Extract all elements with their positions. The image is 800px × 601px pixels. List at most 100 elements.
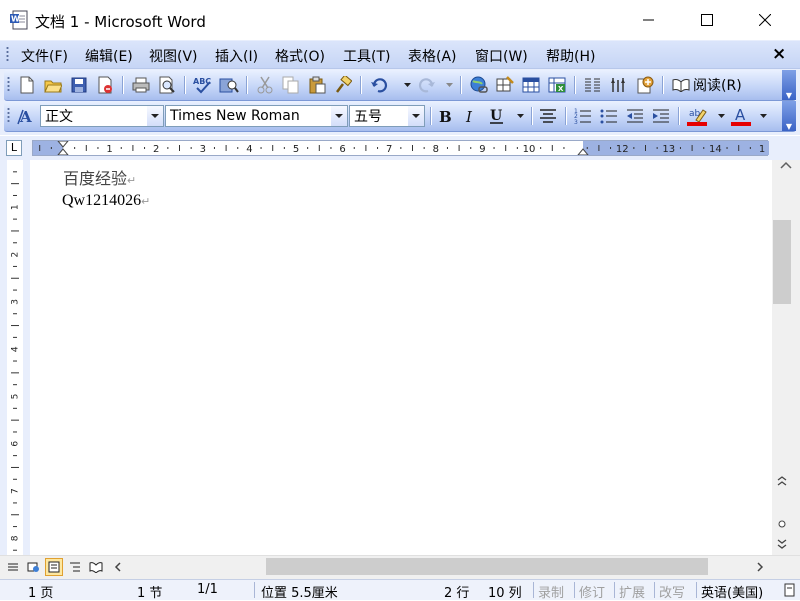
insert-hyperlink-button[interactable] [468, 74, 490, 96]
scroll-left-button[interactable] [110, 558, 126, 576]
permission-button[interactable] [94, 74, 116, 96]
scroll-right-button[interactable] [752, 558, 768, 576]
new-document-button[interactable] [16, 74, 38, 96]
menu-format[interactable]: 格式(O) [275, 46, 325, 66]
underline-dropdown[interactable] [515, 105, 525, 127]
ruler-number: 1 [759, 144, 765, 155]
style-select[interactable]: 正文 [40, 105, 164, 127]
horizontal-scroll-thumb[interactable] [266, 558, 708, 575]
research-button[interactable] [218, 74, 240, 96]
document-map-icon [637, 76, 654, 94]
menu-window[interactable]: 窗口(W) [475, 46, 528, 66]
vertical-ruler[interactable]: 1 2 3 4 5 6 7 8 [7, 160, 23, 555]
style-dropdown[interactable] [147, 106, 163, 126]
redo-dropdown[interactable] [444, 74, 454, 96]
columns-button[interactable] [582, 74, 604, 96]
double-chevron-down-icon [777, 539, 787, 549]
status-track-changes[interactable]: 修订 [579, 582, 605, 601]
status-language[interactable]: 英语(美国) [701, 582, 763, 601]
ruler-number: 9 [479, 144, 485, 155]
menu-tools[interactable]: 工具(T) [343, 46, 390, 66]
status-overtype[interactable]: 改写 [659, 582, 685, 601]
print-preview-button[interactable] [156, 74, 178, 96]
increase-indent-button[interactable] [650, 105, 672, 127]
ruler-number: 14 [709, 144, 722, 155]
toolbar-grip[interactable] [7, 76, 10, 93]
chevron-down-icon [412, 114, 420, 118]
print-layout-view-button[interactable] [45, 558, 63, 576]
highlight-dropdown[interactable] [716, 105, 726, 127]
decrease-indent-button[interactable] [624, 105, 646, 127]
highlight-button[interactable]: ab [686, 105, 708, 127]
select-browse-object-button[interactable] [774, 517, 790, 531]
next-page-button[interactable] [774, 537, 790, 551]
menu-edit[interactable]: 编辑(E) [85, 46, 133, 66]
tab-selector[interactable]: L [6, 140, 22, 156]
web-view-button[interactable] [24, 558, 42, 576]
spelling-button[interactable]: ABC [192, 74, 214, 96]
word-app-icon[interactable]: W [10, 10, 28, 30]
menu-view[interactable]: 视图(V) [149, 46, 198, 66]
underline-button[interactable]: U [486, 105, 508, 127]
read-mode-button[interactable]: 阅读(R) [672, 74, 742, 96]
reading-view-button[interactable] [87, 558, 105, 576]
font-select[interactable]: Times New Roman [165, 105, 348, 127]
font-color-button[interactable]: A [730, 105, 752, 127]
vertical-scroll-thumb[interactable] [773, 220, 791, 304]
close-document-button[interactable]: × [772, 44, 786, 64]
bullets-button[interactable] [598, 105, 620, 127]
horizontal-ruler[interactable]: 1 2 3 4 5 6 7 8 9 10 12 13 14 1 [32, 140, 769, 156]
italic-button[interactable]: I [460, 105, 482, 127]
menu-insert[interactable]: 插入(I) [215, 46, 258, 66]
normal-view-button[interactable] [4, 558, 22, 576]
open-button[interactable] [42, 74, 64, 96]
spelling-status-icon[interactable] [784, 583, 796, 601]
cut-button[interactable] [254, 74, 276, 96]
close-window-button[interactable] [736, 0, 794, 40]
window-title: 文档 1 - Microsoft Word [35, 13, 206, 31]
print-button[interactable] [130, 74, 152, 96]
menu-help[interactable]: 帮助(H) [546, 46, 595, 66]
toolbar-options-button[interactable]: ▼ [782, 101, 796, 131]
ruler-number: 5 [293, 144, 299, 155]
ruler-left-margin [33, 141, 63, 155]
numbering-button[interactable]: 123 [572, 105, 594, 127]
toolbar-options-button[interactable]: ▼ [782, 70, 796, 100]
minimize-button[interactable] [620, 0, 678, 40]
menu-table[interactable]: 表格(A) [408, 46, 457, 66]
toolbar-grip[interactable] [7, 107, 10, 124]
align-center-button[interactable] [537, 105, 559, 127]
status-record[interactable]: 录制 [538, 582, 564, 601]
drawing-icon [611, 78, 625, 92]
styles-formatting-button[interactable]: A [16, 105, 38, 127]
drawing-button[interactable] [608, 74, 630, 96]
undo-button[interactable] [368, 74, 390, 96]
menu-file[interactable]: 文件(F) [21, 46, 68, 66]
menu-bar: 文件(F) 编辑(E) 视图(V) 插入(I) 格式(O) 工具(T) 表格(A… [0, 41, 800, 69]
copy-button[interactable] [280, 74, 302, 96]
outline-view-button[interactable] [66, 558, 84, 576]
font-color-dropdown[interactable] [758, 105, 768, 127]
bold-button[interactable]: B [434, 105, 456, 127]
undo-dropdown[interactable] [402, 74, 412, 96]
font-size-dropdown[interactable] [408, 106, 424, 126]
save-button[interactable] [68, 74, 90, 96]
ruler-number: 6 [339, 144, 345, 155]
document-map-button[interactable] [634, 74, 656, 96]
insert-excel-button[interactable]: X [546, 74, 568, 96]
font-size-select[interactable]: 五号 [349, 105, 425, 127]
maximize-button[interactable] [678, 0, 736, 40]
insert-table-button[interactable] [520, 74, 542, 96]
menu-grip[interactable] [6, 46, 9, 63]
previous-page-button[interactable] [774, 474, 790, 488]
ruler-number: 8 [433, 144, 439, 155]
redo-button[interactable] [416, 74, 438, 96]
document-page[interactable]: 百度经验↵ Qw1214026↵ [30, 160, 772, 555]
paste-button[interactable] [306, 74, 328, 96]
close-icon [759, 14, 771, 26]
font-dropdown[interactable] [331, 106, 347, 126]
tables-borders-button[interactable] [494, 74, 516, 96]
ruler-number: 1 [106, 144, 112, 155]
format-painter-button[interactable] [332, 74, 354, 96]
status-extend[interactable]: 扩展 [619, 582, 645, 601]
